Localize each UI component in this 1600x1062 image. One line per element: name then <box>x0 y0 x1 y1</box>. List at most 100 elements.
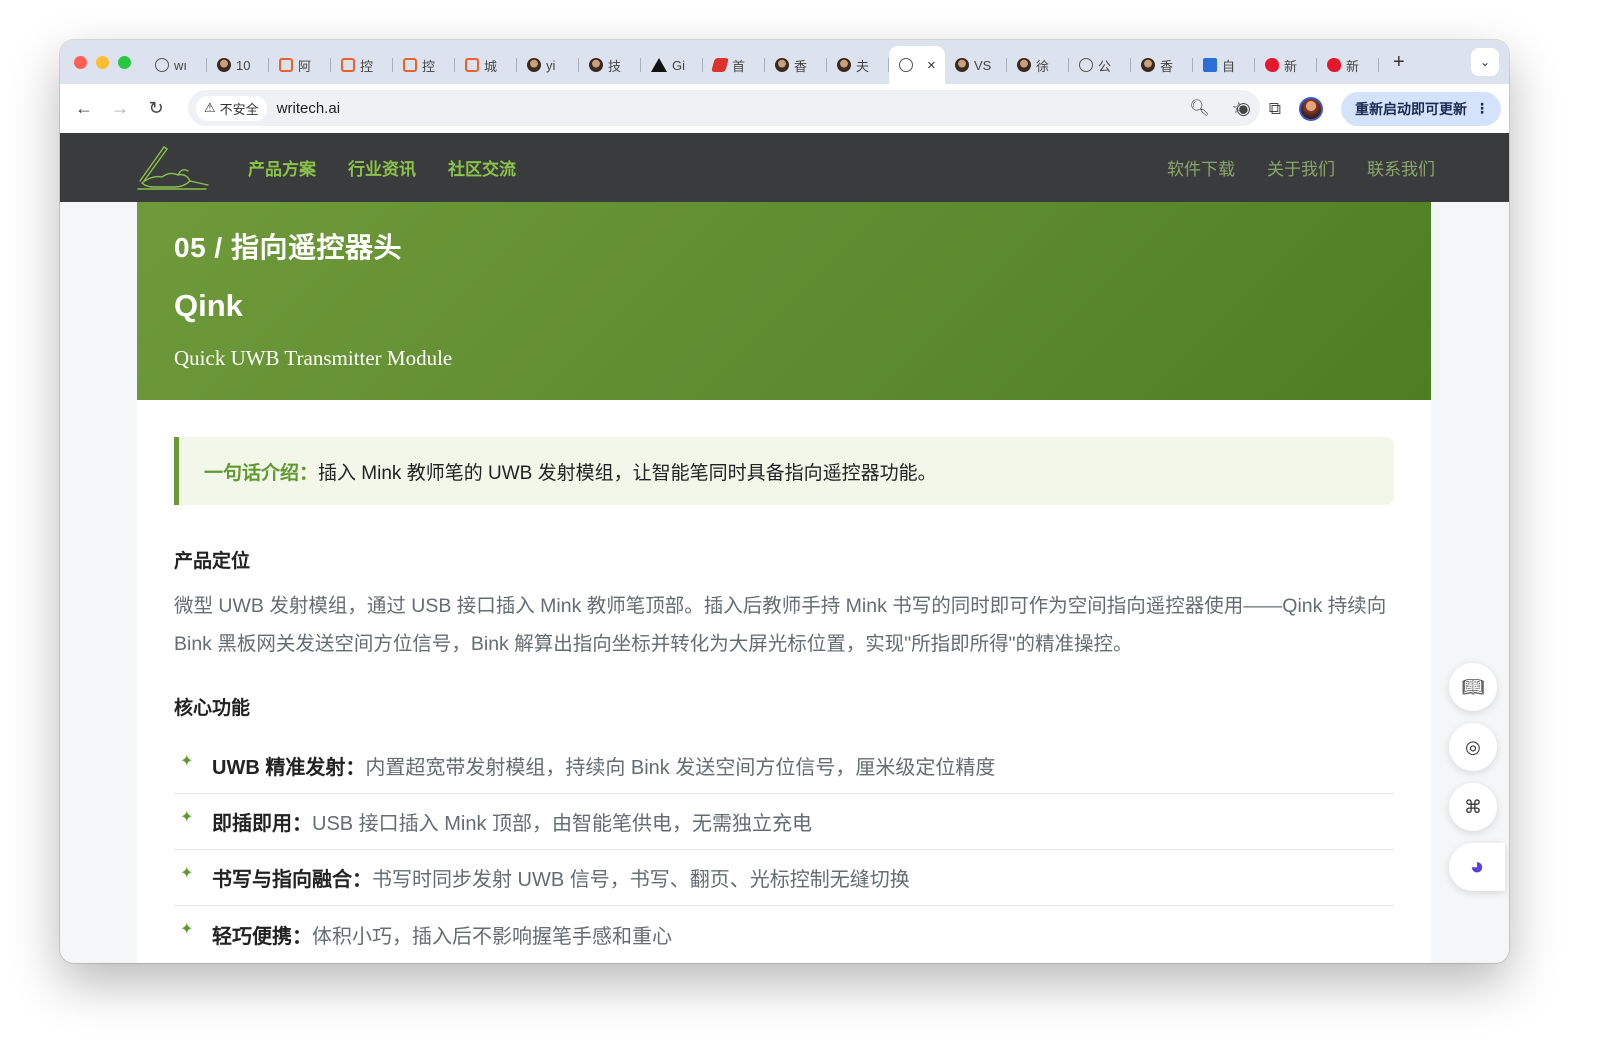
tab-label: VS <box>974 57 992 73</box>
feature-text: USB 接口插入 Mink 顶部，由智能笔供电，无需独立充电 <box>312 813 813 835</box>
tab-label: wı <box>174 57 187 73</box>
browser-tab[interactable]: VS <box>945 49 1007 81</box>
positioning-heading: 产品定位 <box>174 551 251 572</box>
browser-tab[interactable]: Gi <box>641 49 703 81</box>
warning-icon: ⚠ <box>204 100 216 115</box>
tab-label: 控 <box>360 58 374 74</box>
tab-label: 城 <box>484 58 498 74</box>
browser-tab[interactable]: 夫 <box>827 49 889 81</box>
close-tab-icon[interactable]: × <box>927 57 936 74</box>
browser-tab[interactable]: 公 <box>1069 49 1131 81</box>
floating-toolbar: 📖︎ ◎ ⌘ ◕ <box>1449 663 1505 891</box>
tab-search-button[interactable]: ⌄ <box>1471 48 1499 76</box>
product-title: Qink <box>174 288 243 323</box>
browser-tab[interactable]: 控 <box>331 49 393 81</box>
reload-button[interactable]: ↻ <box>138 98 174 119</box>
sparkle-icon: ✦ <box>180 921 194 938</box>
nav-link[interactable]: 联系我们 <box>1367 155 1435 180</box>
code-favicon-icon <box>465 58 479 72</box>
browser-tab[interactable]: × <box>889 46 945 84</box>
tab-label: 技 <box>608 58 622 74</box>
blue-favicon-icon <box>1203 58 1217 72</box>
product-card: 05 / 指向遥控器头 Qink Quick UWB Transmitter M… <box>137 202 1431 963</box>
nav-link[interactable]: 产品方案 <box>248 155 316 180</box>
weibo-favicon-icon <box>1265 58 1279 72</box>
ai-assistant-button[interactable]: ◕ <box>1449 843 1505 891</box>
browser-tab[interactable]: 新 <box>1255 49 1317 81</box>
nav-link[interactable]: 关于我们 <box>1267 155 1335 180</box>
window-controls <box>74 55 131 69</box>
profile-avatar[interactable] <box>1299 96 1323 121</box>
browser-tab[interactable]: 10 <box>207 49 269 81</box>
security-label: 不安全 <box>219 101 259 117</box>
reading-mode-button[interactable]: 📖︎ <box>1449 663 1497 711</box>
product-hero: 05 / 指向遥控器头 Qink Quick UWB Transmitter M… <box>137 202 1431 400</box>
tab-label: 公 <box>1098 58 1112 74</box>
browser-tab[interactable]: 香 <box>1131 49 1193 81</box>
triangle-favicon-icon <box>651 58 667 72</box>
browser-tab[interactable]: yi <box>517 49 579 81</box>
relaunch-update-button[interactable]: 重新启动即可更新 ⋮ <box>1341 91 1501 126</box>
minimize-window-button[interactable] <box>96 55 109 69</box>
browser-tab[interactable]: 徐 <box>1007 49 1069 81</box>
kebab-menu-icon: ⋮ <box>1475 100 1489 116</box>
browser-tab[interactable]: 首 <box>703 49 765 81</box>
pen-hand-logo-icon[interactable] <box>134 141 210 193</box>
command-icon: ⌘ <box>1464 796 1482 817</box>
globe-favicon-icon <box>155 58 169 72</box>
nav-link[interactable]: 行业资讯 <box>348 155 416 180</box>
browser-tab[interactable]: 技 <box>579 49 641 81</box>
tab-label: yi <box>546 57 556 73</box>
feature-list: ✦ UWB 精准发射： 内置超宽带发射模组，持续向 Bink 发送空间方位信号，厘米… <box>174 738 1394 962</box>
intro-label: 一句话介绍： <box>204 462 319 484</box>
feature-item: ✦ UWB 精准发射： 内置超宽带发射模组，持续向 Bink 发送空间方位信号，厘米… <box>174 738 1394 794</box>
tab-label: 新 <box>1284 58 1298 74</box>
zoom-window-button[interactable] <box>118 55 131 69</box>
sparkle-icon: ✦ <box>180 752 194 770</box>
assistant-face-icon: ◕ <box>1469 853 1485 880</box>
tab-label: 10 <box>236 57 251 73</box>
code-favicon-icon <box>341 58 355 72</box>
browser-tab[interactable]: 阿 <box>269 49 331 81</box>
url-text[interactable]: writech.ai <box>277 100 340 117</box>
forward-button[interactable]: → <box>102 98 138 119</box>
back-button[interactable]: ← <box>66 98 102 119</box>
browser-window: wı 10 阿 控 控 城 yi 技 Gi 首 香 夫 × VS 徐 公 香 自 新 新 + ⌄ ← → ↻ ⚠ 不安… <box>60 40 1509 963</box>
tab-label: 夫 <box>856 58 870 74</box>
browser-tab[interactable]: wı <box>145 49 207 81</box>
face-favicon-icon <box>837 58 851 72</box>
positioning-text: 微型 UWB 发射模组，通过 USB 接口插入 Mink 教师笔顶部。插入后教师… <box>174 595 1387 655</box>
face-favicon-icon <box>1141 58 1155 72</box>
nav-link[interactable]: 社区交流 <box>448 155 516 180</box>
tab-label: 香 <box>1160 58 1174 74</box>
extensions-puzzle-icon[interactable]: ⧉ <box>1269 99 1281 119</box>
browser-tab[interactable]: 控 <box>393 49 455 81</box>
assistant-extension-icon[interactable]: ◉ <box>1236 99 1251 119</box>
broadcast-button[interactable]: ◎ <box>1449 723 1497 771</box>
feature-title: 即插即用： <box>212 813 312 835</box>
broadcast-icon: ◎ <box>1465 736 1481 757</box>
tab-label: 控 <box>422 58 436 74</box>
address-bar[interactable]: ⚠ 不安全 writech.ai 🔍︎ ☆ <box>188 90 1260 126</box>
browser-tab[interactable]: 香 <box>765 49 827 81</box>
security-chip[interactable]: ⚠ 不安全 <box>196 95 267 121</box>
primary-nav: 产品方案 行业资讯 社区交流 <box>248 155 516 180</box>
nav-link[interactable]: 软件下载 <box>1167 155 1235 180</box>
feature-text: 内置超宽带发射模组，持续向 Bink 发送空间方位信号，厘米级定位精度 <box>365 757 996 779</box>
browser-tab[interactable]: 自 <box>1193 49 1255 81</box>
feature-item: ✦ 书写与指向融合： 书写时同步发射 UWB 信号，书写、翻页、光标控制无缝切换 <box>174 850 1394 906</box>
feature-title: 书写与指向融合： <box>212 869 372 891</box>
zoom-icon[interactable]: 🔍︎ <box>1189 98 1209 118</box>
site-header: 产品方案 行业资讯 社区交流 软件下载 关于我们 联系我们 <box>60 133 1509 202</box>
code-favicon-icon <box>403 58 417 72</box>
browser-tab[interactable]: 城 <box>455 49 517 81</box>
apps-button[interactable]: ⌘ <box>1449 783 1497 831</box>
new-tab-button[interactable]: + <box>1393 51 1405 74</box>
book-icon: 📖︎ <box>1461 676 1485 697</box>
globe-favicon-icon <box>899 58 913 72</box>
weibo-favicon-icon <box>1327 58 1341 72</box>
browser-tab[interactable]: 新 <box>1317 49 1379 81</box>
close-window-button[interactable] <box>74 55 87 69</box>
tab-list: wı 10 阿 控 控 城 yi 技 Gi 首 香 夫 × VS 徐 公 香 自 新 新 <box>145 40 1379 84</box>
web-page: 产品方案 行业资讯 社区交流 软件下载 关于我们 联系我们 05 / 指向遥控器头 Qi… <box>60 133 1509 963</box>
